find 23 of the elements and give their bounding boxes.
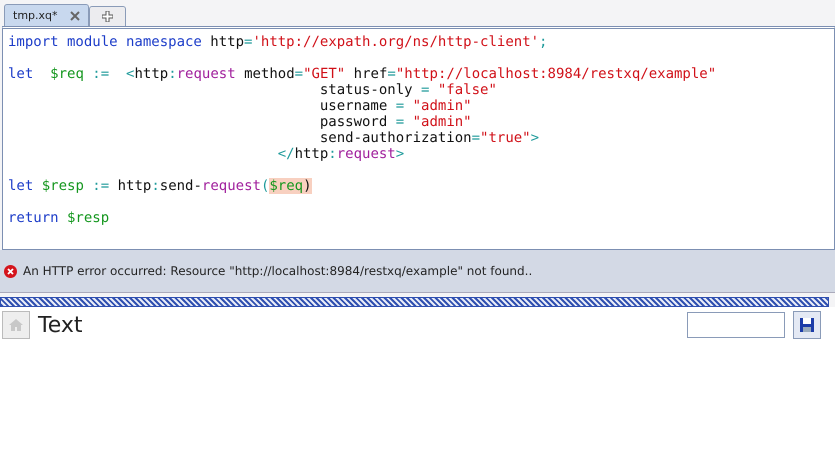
code-line: username = "admin" [318, 98, 473, 114]
plus-icon [102, 11, 112, 22]
save-button[interactable] [793, 311, 821, 339]
code-line: let $resp := http:send-request($req) [8, 178, 313, 194]
code-line: status-only = "false" [318, 82, 498, 98]
home-icon [8, 317, 24, 333]
panel-title: Text [38, 312, 84, 338]
close-icon[interactable] [70, 10, 80, 20]
code-line: return $resp [8, 210, 110, 226]
code-line: import module namespace http='http://expath.org/ns/http-client'; [8, 34, 548, 50]
code-line: password = "admin" [318, 114, 473, 130]
tab-label: tmp.xq* [13, 9, 58, 22]
splitter-handle[interactable] [0, 297, 829, 307]
new-tab-button[interactable] [88, 6, 126, 26]
code-line: let $req := <http:request method="GET" href="http://localhost:8984/restxq/example" [8, 66, 718, 82]
search-field[interactable] [687, 312, 785, 338]
save-icon [799, 317, 815, 333]
code-editor[interactable] [2, 26, 835, 250]
error-icon [4, 264, 17, 278]
code-line: send-authorization="true"> [318, 130, 540, 146]
status-message: An HTTP error occurred: Resource "http://localhost:8984/restxq/example" not found.. [23, 264, 532, 278]
editor-tab[interactable]: tmp.xq* [4, 4, 88, 26]
code-line: </http:request> [276, 146, 406, 162]
